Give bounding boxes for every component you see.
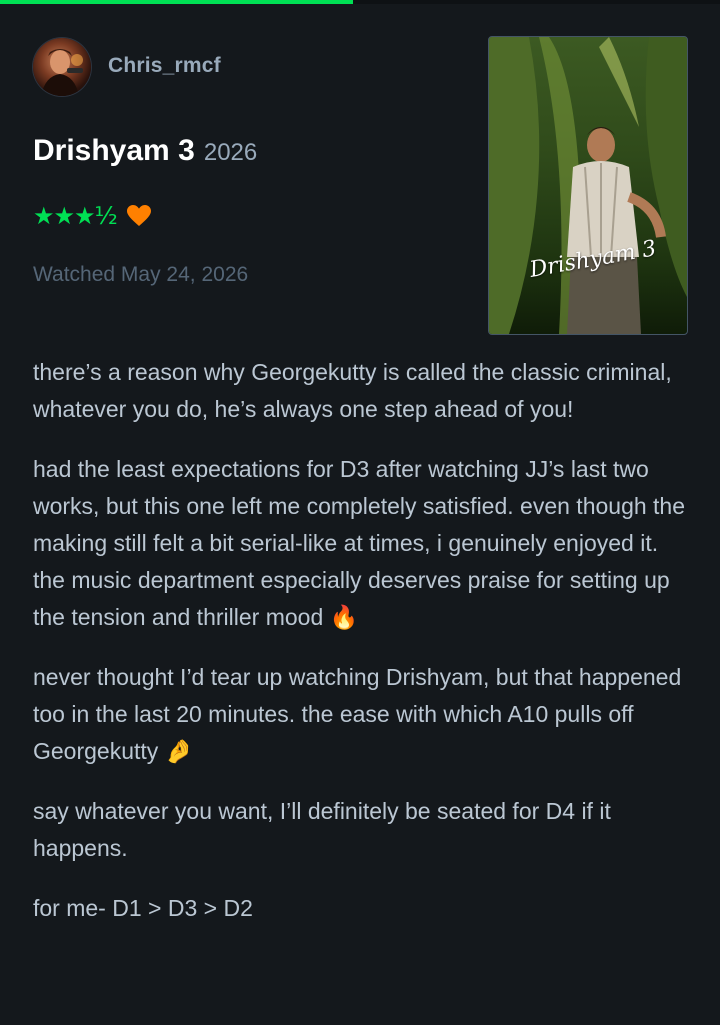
film-title[interactable]: Drishyam 3	[33, 134, 195, 167]
review-paragraph: for me- D1 > D3 > D2	[33, 895, 253, 921]
poster-artwork	[489, 37, 687, 334]
star-rating: ★★★½	[33, 202, 118, 230]
review-paragraph: there’s a reason why Georgekutty is call…	[33, 359, 672, 422]
story-progress-bar	[0, 0, 720, 4]
film-heading: Drishyam 3 2026	[33, 134, 257, 168]
story-progress-fill	[0, 0, 353, 4]
avatar[interactable]	[33, 38, 91, 96]
user-avatar-icon	[41, 49, 83, 96]
review-paragraph: say whatever you want, I’ll definitely b…	[33, 798, 611, 861]
reviewer-username[interactable]: Chris_rmcf	[108, 54, 221, 78]
rating-row: ★★★½	[33, 202, 152, 230]
heart-icon	[126, 204, 152, 228]
review-body: there’s a reason why Georgekutty is call…	[33, 354, 693, 950]
review-paragraph: had the least expectations for D3 after …	[33, 456, 686, 630]
film-poster[interactable]: Drishyam 3	[488, 36, 688, 335]
review-paragraph: never thought I’d tear up watching Drish…	[33, 664, 682, 764]
film-year[interactable]: 2026	[204, 139, 257, 166]
watched-date: Watched May 24, 2026	[33, 263, 249, 286]
